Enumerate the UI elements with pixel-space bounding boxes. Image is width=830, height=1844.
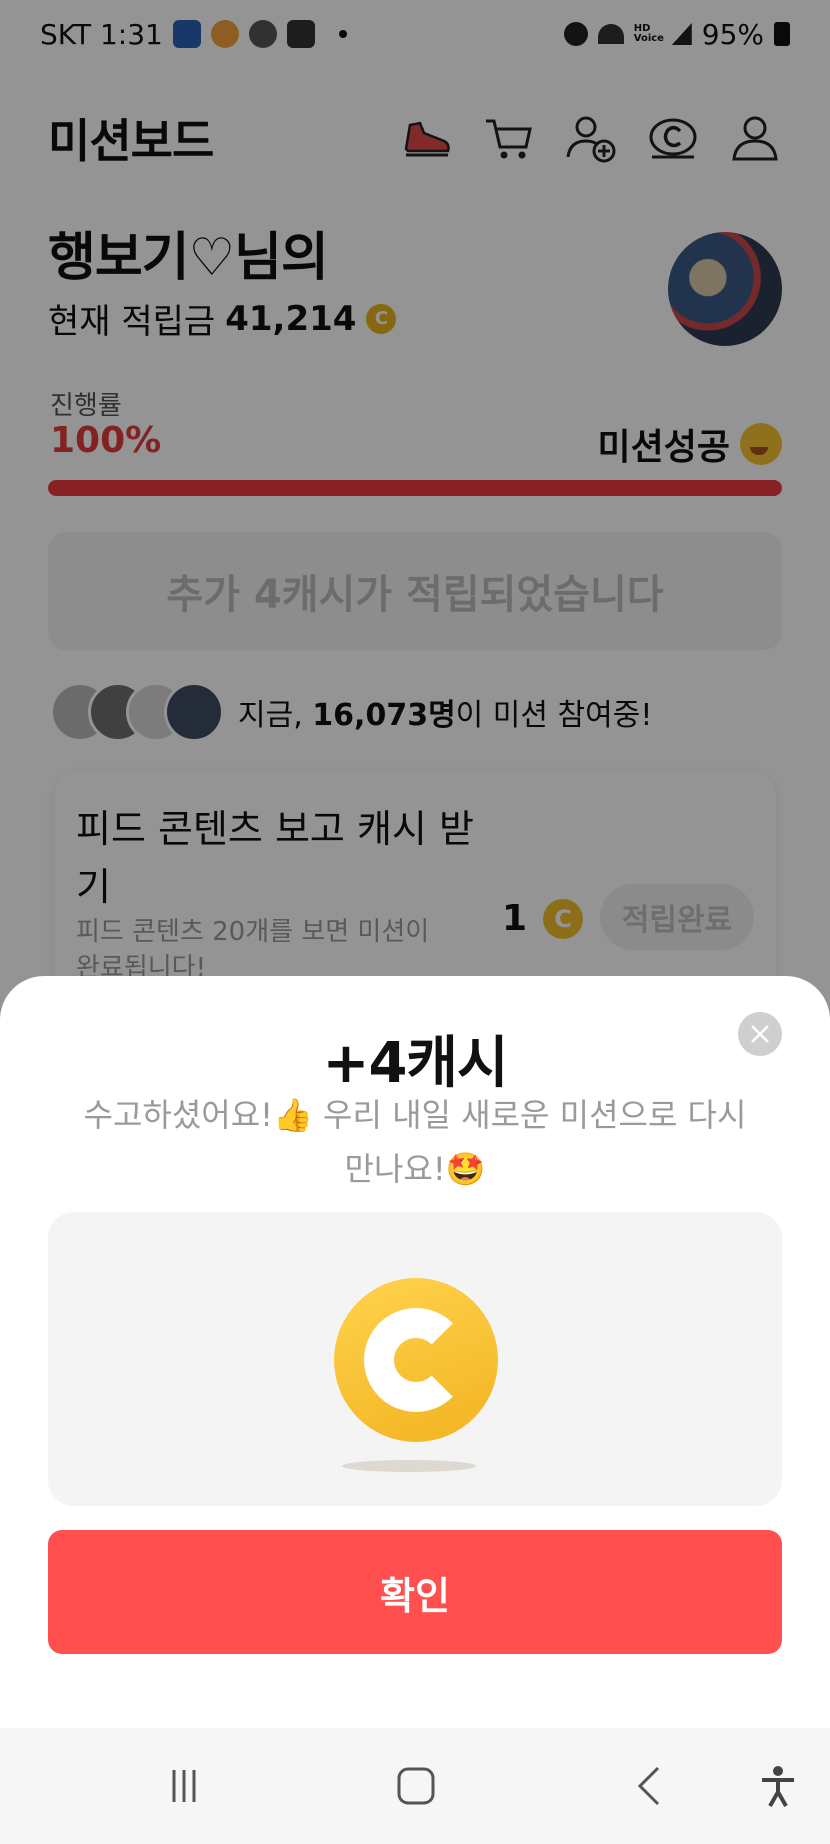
- home-button[interactable]: [386, 1756, 446, 1816]
- system-nav-bar: [0, 1728, 830, 1844]
- recent-apps-button[interactable]: [154, 1756, 214, 1816]
- accessibility-button[interactable]: [748, 1756, 808, 1816]
- back-button[interactable]: [620, 1756, 680, 1816]
- accessibility-icon: [762, 1766, 794, 1807]
- coin-illustration-panel: [48, 1212, 782, 1506]
- recents-icon: [172, 1770, 196, 1802]
- reward-message: 수고하셨어요!👍 우리 내일 새로운 미션으로 다시 만나요!🤩: [60, 1088, 770, 1196]
- coin-c-mark: [364, 1308, 468, 1412]
- big-coin-icon: [334, 1278, 498, 1442]
- close-button[interactable]: [738, 1012, 782, 1056]
- confirm-button[interactable]: 확인: [48, 1530, 782, 1654]
- reward-bottom-sheet: +4캐시 수고하셨어요!👍 우리 내일 새로운 미션으로 다시 만나요!🤩 확인: [0, 976, 830, 1728]
- coin-shadow: [342, 1460, 476, 1472]
- reward-title: +4캐시: [322, 1031, 509, 1096]
- close-icon: [751, 1025, 769, 1043]
- back-chevron-icon: [637, 1766, 660, 1806]
- home-icon: [397, 1767, 435, 1805]
- reward-message-line2: 만나요!🤩: [344, 1150, 486, 1188]
- reward-message-line1: 수고하셨어요!👍 우리 내일 새로운 미션으로 다시: [83, 1096, 747, 1134]
